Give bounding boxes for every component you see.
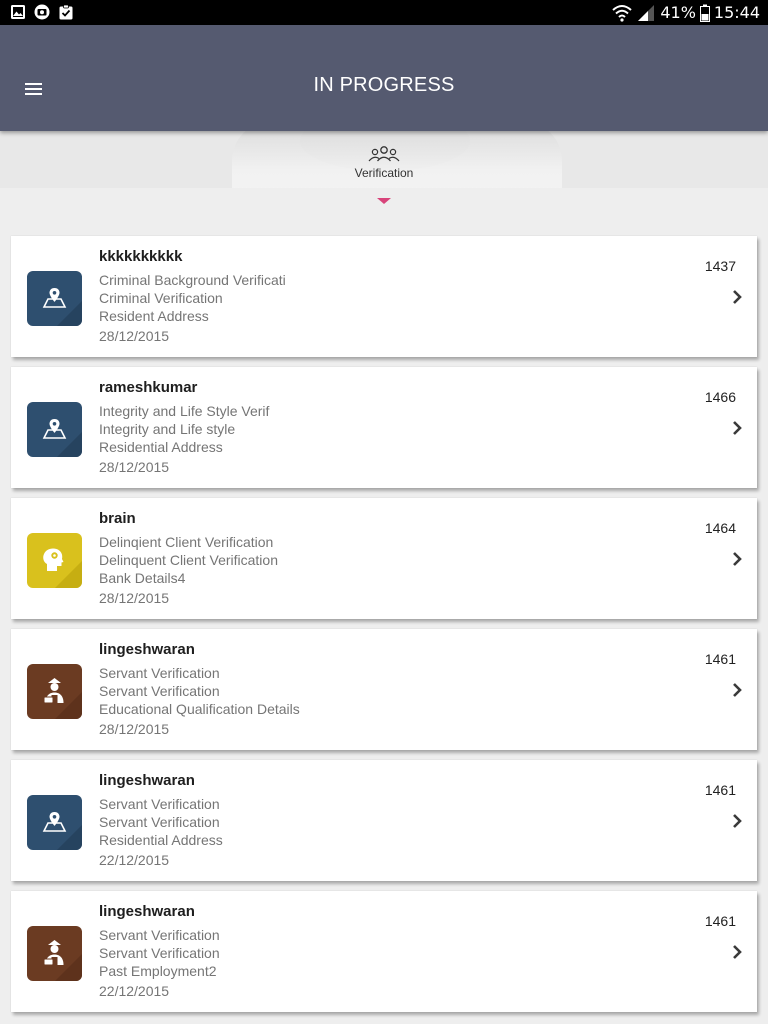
case-name: lingeshwaran [99, 772, 195, 789]
case-verification-subtype: Criminal Verification [99, 290, 223, 306]
tab-verification-label: Verification [354, 166, 414, 180]
case-detail: Past Employment2 [99, 963, 217, 979]
battery-icon [699, 4, 710, 22]
case-list: kkkkkkkkkk Criminal Background Verificat… [11, 236, 757, 1022]
camera-icon [34, 4, 50, 20]
chevron-right-icon[interactable] [731, 682, 743, 698]
signal-icon [638, 4, 655, 21]
case-id: 1461 [704, 913, 736, 929]
case-card[interactable]: lingeshwaran Servant Verification Servan… [11, 891, 757, 1012]
status-right: 41% 15:44 [612, 2, 760, 23]
chevron-right-icon[interactable] [731, 813, 743, 829]
case-date: 28/12/2015 [99, 721, 170, 737]
tab-verification[interactable]: Verification [334, 144, 434, 188]
case-date: 22/12/2015 [99, 852, 170, 868]
case-card[interactable]: lingeshwaran Servant Verification Servan… [11, 760, 757, 881]
map-location-icon [27, 795, 82, 850]
case-detail: Educational Qualification Details [99, 701, 300, 717]
chevron-right-icon[interactable] [731, 944, 743, 960]
case-date: 28/12/2015 [99, 328, 170, 344]
case-name: lingeshwaran [99, 641, 195, 658]
case-id: 1466 [704, 389, 736, 405]
gallery-icon [11, 5, 25, 19]
case-verification-subtype: Servant Verification [99, 814, 220, 830]
servant-icon [27, 664, 82, 719]
battery-percent: 41% [660, 3, 696, 22]
case-card[interactable]: lingeshwaran Servant Verification Servan… [11, 629, 757, 750]
wifi-icon [612, 4, 632, 22]
case-card[interactable]: rameshkumar Integrity and Life Style Ver… [11, 367, 757, 488]
case-verification-type: Integrity and Life Style Verif [99, 403, 270, 419]
case-id: 1437 [704, 258, 736, 274]
case-name: kkkkkkkkkk [99, 248, 183, 265]
chevron-right-icon[interactable] [731, 420, 743, 436]
clock: 15:44 [713, 3, 760, 22]
status-left-icons [10, 4, 74, 20]
case-detail: Residential Address [99, 832, 223, 848]
page-title: IN PROGRESS [313, 74, 455, 96]
map-location-icon [27, 402, 82, 457]
servant-icon [27, 926, 82, 981]
case-card[interactable]: kkkkkkkkkk Criminal Background Verificat… [11, 236, 757, 357]
case-id: 1461 [704, 651, 736, 667]
case-detail: Bank Details4 [99, 570, 186, 586]
case-verification-subtype: Servant Verification [99, 945, 220, 961]
chevron-right-icon[interactable] [731, 551, 743, 567]
case-id: 1461 [704, 782, 736, 798]
status-bar: 41% 15:44 [0, 0, 768, 25]
case-detail: Residential Address [99, 439, 223, 455]
case-verification-type: Servant Verification [99, 665, 220, 681]
case-name: lingeshwaran [99, 903, 195, 920]
case-name: rameshkumar [99, 379, 198, 396]
case-verification-type: Servant Verification [99, 927, 220, 943]
case-date: 22/12/2015 [99, 983, 170, 999]
case-card[interactable]: brain Delinqient Client Verification Del… [11, 498, 757, 619]
app-bar: IN PROGRESS [0, 25, 768, 131]
case-id: 1464 [704, 520, 736, 536]
people-group-icon [368, 146, 400, 162]
case-verification-subtype: Servant Verification [99, 683, 220, 699]
case-verification-subtype: Integrity and Life style [99, 421, 236, 437]
clipboard-check-icon [59, 4, 73, 20]
case-verification-type: Criminal Background Verificati [99, 272, 286, 288]
head-gear-icon [27, 533, 82, 588]
case-verification-subtype: Delinquent Client Verification [99, 552, 278, 568]
chevron-right-icon[interactable] [731, 289, 743, 305]
case-verification-type: Servant Verification [99, 796, 220, 812]
case-date: 28/12/2015 [99, 459, 170, 475]
case-verification-type: Delinqient Client Verification [99, 534, 274, 550]
case-detail: Resident Address [99, 308, 209, 324]
case-name: brain [99, 510, 136, 527]
map-location-icon [27, 271, 82, 326]
active-tab-indicator [377, 198, 391, 204]
case-date: 28/12/2015 [99, 590, 170, 606]
